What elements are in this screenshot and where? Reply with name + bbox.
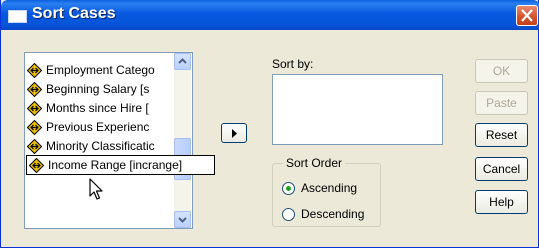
scale-variable-icon xyxy=(29,157,44,173)
scale-variable-icon xyxy=(27,138,42,154)
ascending-radio-option[interactable]: Ascending xyxy=(282,181,357,195)
variable-label: Employment Catego xyxy=(46,63,155,77)
ascending-label: Ascending xyxy=(301,181,358,195)
sort-cases-dialog: Sort Cases Employment Catego Beginning S… xyxy=(0,0,539,248)
move-to-sort-by-button[interactable] xyxy=(221,123,247,143)
chevron-up-icon xyxy=(178,58,187,64)
title-bar: Sort Cases xyxy=(1,0,539,30)
list-item[interactable]: Beginning Salary [s xyxy=(27,80,173,98)
list-item-selected[interactable]: Income Range [incrange] xyxy=(26,155,215,175)
arrow-right-icon xyxy=(232,129,237,138)
list-item[interactable]: Employment Catego xyxy=(27,61,173,79)
descending-label: Descending xyxy=(301,207,365,221)
list-scrollbar[interactable] xyxy=(174,53,191,228)
scroll-up-button[interactable] xyxy=(174,53,191,70)
scroll-down-button[interactable] xyxy=(174,211,191,228)
chevron-down-icon xyxy=(178,217,187,223)
variable-label: Months since Hire [ xyxy=(46,101,149,115)
list-item[interactable]: Months since Hire [ xyxy=(27,99,173,117)
window-title: Sort Cases xyxy=(32,5,116,22)
sort-by-label: Sort by: xyxy=(272,57,314,71)
scale-variable-icon xyxy=(27,81,42,97)
paste-button[interactable]: Paste xyxy=(475,91,528,115)
descending-radio[interactable] xyxy=(282,207,295,221)
mouse-cursor-icon xyxy=(89,178,103,200)
help-button[interactable]: Help xyxy=(475,190,528,214)
variable-label: Beginning Salary [s xyxy=(46,82,150,96)
sort-by-list[interactable] xyxy=(272,74,443,145)
sort-order-legend: Sort Order xyxy=(283,156,346,170)
cancel-button[interactable]: Cancel xyxy=(475,157,528,181)
reset-button[interactable]: Reset xyxy=(475,123,528,147)
variable-list[interactable]: Employment Catego Beginning Salary [s Mo… xyxy=(24,52,215,229)
list-item[interactable]: Minority Classificatic xyxy=(27,137,173,155)
variable-label: Previous Experienc xyxy=(46,120,150,134)
variable-label: Income Range [incrange] xyxy=(48,158,183,172)
scale-variable-icon xyxy=(27,100,42,116)
scale-variable-icon xyxy=(27,119,42,135)
ok-button[interactable]: OK xyxy=(475,59,528,83)
close-icon xyxy=(521,9,533,22)
descending-radio-option[interactable]: Descending xyxy=(282,207,364,221)
window-icon xyxy=(8,10,27,23)
scale-variable-icon xyxy=(27,62,42,78)
close-button[interactable] xyxy=(516,5,538,26)
variable-label: Minority Classificatic xyxy=(46,139,155,153)
ascending-radio[interactable] xyxy=(282,181,295,195)
list-item[interactable]: Previous Experienc xyxy=(27,118,173,136)
